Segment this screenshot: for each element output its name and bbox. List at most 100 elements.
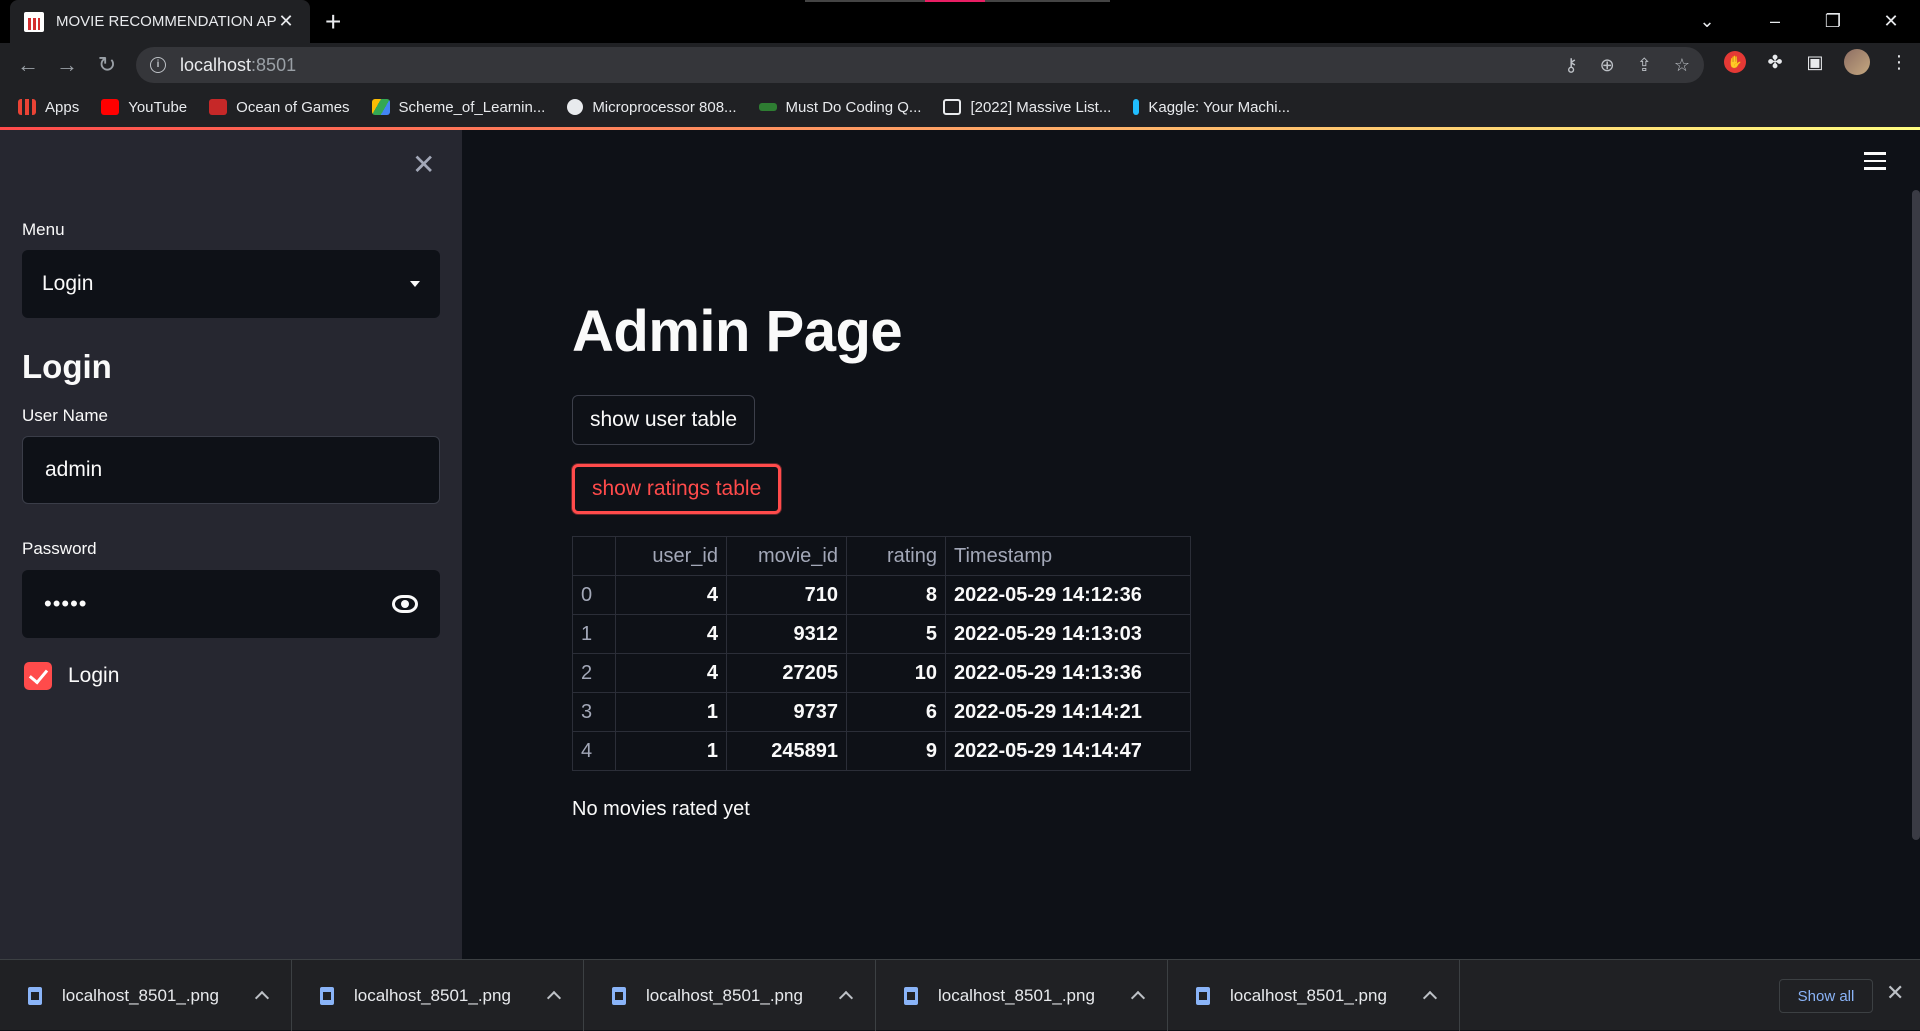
cell-movie-id[interactable]: 9737 bbox=[726, 692, 847, 732]
menu-select[interactable]: Login bbox=[22, 250, 440, 318]
scrollbar[interactable] bbox=[1912, 190, 1920, 840]
cell-user-id[interactable]: 4 bbox=[615, 614, 727, 654]
row-index: 0 bbox=[572, 575, 616, 615]
image-file-icon bbox=[904, 986, 918, 1005]
cell-rating[interactable]: 9 bbox=[846, 731, 946, 771]
sidebar-close-icon[interactable]: ✕ bbox=[412, 148, 435, 181]
row-index: 2 bbox=[572, 653, 616, 693]
bookmark-label: Kaggle: Your Machi... bbox=[1148, 98, 1291, 116]
close-window-icon[interactable]: ✕ bbox=[1862, 11, 1920, 32]
cell-user-id[interactable]: 4 bbox=[615, 653, 727, 693]
table-row: 4 1 245891 9 2022-05-29 14:14:47 bbox=[572, 731, 1191, 771]
bookmark-youtube[interactable]: YouTube bbox=[101, 99, 187, 116]
column-header-user-id[interactable]: user_id bbox=[615, 536, 727, 576]
chrome-menu-icon[interactable]: ⋮ bbox=[1888, 52, 1910, 73]
forward-icon[interactable]: → bbox=[53, 51, 81, 79]
geeksforgeeks-icon bbox=[758, 103, 777, 111]
download-item[interactable]: localhost_8501_.png bbox=[584, 960, 876, 1031]
restore-icon[interactable]: ❐ bbox=[1804, 11, 1862, 32]
table-row: 1 4 9312 5 2022-05-29 14:13:03 bbox=[572, 614, 1191, 654]
popcorn-favicon-icon bbox=[24, 11, 44, 32]
download-item[interactable]: localhost_8501_.png bbox=[0, 960, 292, 1031]
sidebar: ✕ Menu Login Login User Name admin Passw… bbox=[0, 130, 462, 959]
kaggle-icon bbox=[1133, 99, 1140, 115]
bookmark-must-do-coding[interactable]: Must Do Coding Q... bbox=[758, 99, 921, 116]
cell-user-id[interactable]: 1 bbox=[615, 692, 727, 732]
download-shelf: localhost_8501_.png localhost_8501_.png … bbox=[0, 959, 1920, 1031]
chevron-up-icon[interactable] bbox=[1422, 990, 1438, 1006]
bookmark-label: Scheme_of_Learnin... bbox=[398, 98, 546, 116]
bookmark-apps[interactable]: Apps bbox=[18, 99, 79, 116]
cell-timestamp[interactable]: 2022-05-29 14:13:03 bbox=[945, 614, 1191, 654]
password-input[interactable]: ••••• bbox=[22, 570, 440, 638]
back-icon[interactable]: ← bbox=[14, 51, 42, 79]
new-tab-button[interactable]: + bbox=[325, 6, 341, 38]
key-icon[interactable]: ⚷ bbox=[1564, 55, 1577, 76]
bookmarks-bar: Apps YouTube Ocean of Games Scheme_of_Le… bbox=[0, 87, 1920, 127]
url-host: localhost bbox=[180, 54, 252, 75]
cell-rating[interactable]: 6 bbox=[846, 692, 946, 732]
tab-search-icon[interactable]: ⌄ bbox=[1678, 11, 1736, 32]
hamburger-menu-icon[interactable] bbox=[1864, 152, 1886, 170]
ratings-dataframe[interactable]: user_id movie_id rating Timestamp 0 4 71… bbox=[572, 536, 1191, 771]
cell-movie-id[interactable]: 9312 bbox=[726, 614, 847, 654]
chevron-up-icon[interactable] bbox=[838, 990, 854, 1006]
close-download-shelf-icon[interactable]: ✕ bbox=[1886, 980, 1904, 1006]
login-checkbox[interactable] bbox=[24, 662, 52, 690]
share-icon[interactable]: ⇪ bbox=[1637, 55, 1652, 76]
cell-timestamp[interactable]: 2022-05-29 14:13:36 bbox=[945, 653, 1191, 693]
site-info-icon[interactable]: i bbox=[150, 57, 166, 73]
column-header-rating[interactable]: rating bbox=[846, 536, 946, 576]
password-label: Password bbox=[22, 539, 97, 558]
window-controls: ⌄ – ❐ ✕ bbox=[1678, 0, 1920, 43]
reload-icon[interactable]: ↻ bbox=[93, 51, 121, 79]
bookmark-massive-list[interactable]: [2022] Massive List... bbox=[943, 99, 1111, 116]
bookmark-label: Microprocessor 808... bbox=[592, 98, 737, 116]
cell-timestamp[interactable]: 2022-05-29 14:12:36 bbox=[945, 575, 1191, 615]
bookmark-label: Apps bbox=[45, 98, 80, 116]
adblock-extension-icon[interactable]: ✋ bbox=[1724, 51, 1746, 73]
cell-movie-id[interactable]: 710 bbox=[726, 575, 847, 615]
zoom-icon[interactable]: ⊕ bbox=[1600, 55, 1615, 76]
cell-user-id[interactable]: 1 bbox=[615, 731, 727, 771]
image-file-icon bbox=[28, 986, 42, 1005]
cell-user-id[interactable]: 4 bbox=[615, 575, 727, 615]
cell-rating[interactable]: 10 bbox=[846, 653, 946, 693]
cell-rating[interactable]: 5 bbox=[846, 614, 946, 654]
bookmark-star-icon[interactable]: ☆ bbox=[1674, 55, 1690, 76]
column-header-movie-id[interactable]: movie_id bbox=[726, 536, 847, 576]
profile-avatar[interactable] bbox=[1844, 49, 1870, 75]
show-password-eye-icon[interactable] bbox=[392, 595, 418, 613]
browser-titlebar: MOVIE RECOMMENDATION APP ✕ + ⌄ – ❐ ✕ bbox=[0, 0, 1920, 43]
download-item[interactable]: localhost_8501_.png bbox=[1168, 960, 1460, 1031]
cell-movie-id[interactable]: 27205 bbox=[726, 653, 847, 693]
bookmark-scheme-of-learning[interactable]: Scheme_of_Learnin... bbox=[371, 98, 546, 116]
extensions-puzzle-icon[interactable]: ✤ bbox=[1764, 52, 1786, 73]
tab-close-icon[interactable]: ✕ bbox=[276, 11, 296, 32]
browser-tab[interactable]: MOVIE RECOMMENDATION APP ✕ bbox=[10, 0, 310, 43]
side-panel-icon[interactable]: ▣ bbox=[1804, 52, 1826, 73]
minimize-icon[interactable]: – bbox=[1746, 11, 1804, 32]
bookmark-ocean-of-games[interactable]: Ocean of Games bbox=[209, 99, 350, 116]
download-filename: localhost_8501_.png bbox=[354, 985, 511, 1005]
cell-movie-id[interactable]: 245891 bbox=[726, 731, 847, 771]
login-checkbox-row[interactable]: Login bbox=[24, 662, 119, 690]
bookmark-microprocessor[interactable]: Microprocessor 808... bbox=[567, 98, 737, 116]
image-file-icon bbox=[612, 986, 626, 1005]
cell-timestamp[interactable]: 2022-05-29 14:14:47 bbox=[945, 731, 1191, 771]
cell-rating[interactable]: 8 bbox=[846, 575, 946, 615]
chevron-up-icon[interactable] bbox=[1130, 990, 1146, 1006]
column-header-timestamp[interactable]: Timestamp bbox=[945, 536, 1191, 576]
chevron-up-icon[interactable] bbox=[546, 990, 562, 1006]
username-input[interactable]: admin bbox=[22, 436, 440, 504]
row-index: 4 bbox=[572, 731, 616, 771]
bookmark-kaggle[interactable]: Kaggle: Your Machi... bbox=[1133, 99, 1290, 116]
chevron-up-icon[interactable] bbox=[254, 990, 270, 1006]
download-item[interactable]: localhost_8501_.png bbox=[876, 960, 1168, 1031]
address-bar[interactable]: i localhost:8501 ⚷ ⊕ ⇪ ☆ bbox=[136, 47, 1704, 83]
show-user-table-button[interactable]: show user table bbox=[572, 395, 756, 445]
download-item[interactable]: localhost_8501_.png bbox=[292, 960, 584, 1031]
cell-timestamp[interactable]: 2022-05-29 14:14:21 bbox=[945, 692, 1191, 732]
show-all-downloads-button[interactable]: Show all bbox=[1779, 979, 1873, 1013]
show-ratings-table-button[interactable]: show ratings table bbox=[572, 464, 782, 514]
